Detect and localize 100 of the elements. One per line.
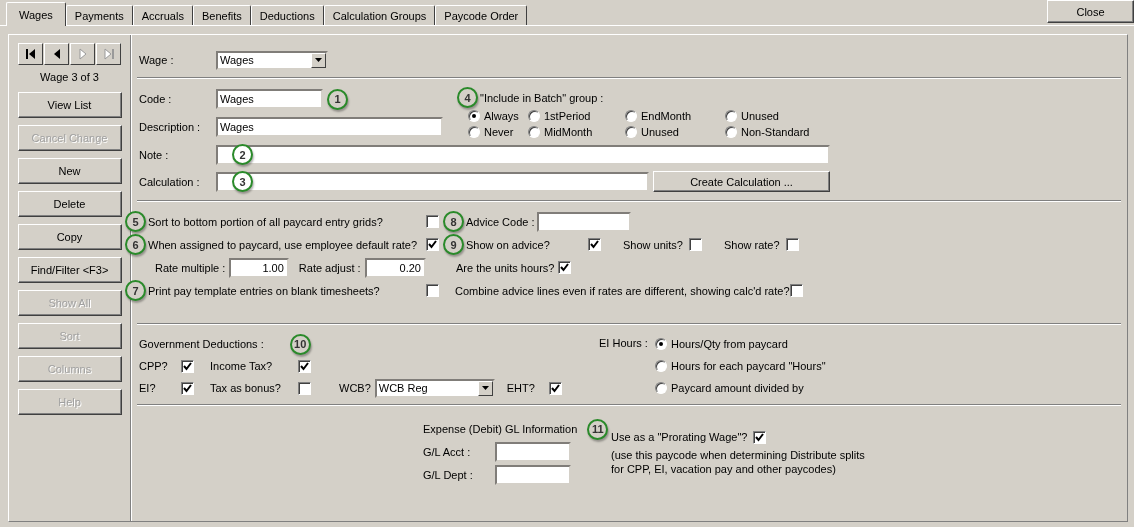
tab[interactable]: Calculation Groups: [323, 5, 436, 25]
section-label: Expense (Debit) GL Information: [423, 423, 578, 435]
checkbox[interactable]: [426, 215, 439, 228]
radio-button[interactable]: [655, 382, 667, 394]
note-field[interactable]: 2: [216, 144, 830, 165]
checkbox[interactable]: [558, 261, 572, 274]
radio-label: Hours/Qty from paycard: [671, 338, 788, 350]
tab[interactable]: Paycode Order: [435, 5, 528, 25]
tab[interactable]: Wages: [6, 2, 66, 26]
group-label: "Include in Batch" group :: [480, 91, 604, 104]
tab[interactable]: Benefits: [192, 5, 251, 25]
gl-account-field[interactable]: [495, 441, 571, 462]
radio-button[interactable]: [725, 126, 737, 138]
field-label: G/L Acct :: [423, 445, 472, 458]
option-label: Show units?: [623, 238, 683, 251]
checkbox[interactable]: [298, 359, 311, 373]
description-field[interactable]: Wages: [216, 117, 443, 137]
rate-multiple-field[interactable]: 1.00: [229, 257, 289, 278]
radio-label: EndMonth: [641, 110, 692, 122]
wcb-dropdown[interactable]: WCB Reg: [374, 378, 495, 398]
checkbox[interactable]: [588, 238, 601, 251]
field-label: Wage :: [139, 54, 175, 66]
previous-record-button[interactable]: [44, 43, 69, 65]
option-label: Tax as bonus?: [210, 382, 282, 394]
sidebar-button[interactable]: New: [17, 158, 122, 184]
calculation-field[interactable]: 3: [216, 171, 649, 192]
create-calculation-button[interactable]: Create Calculation ...: [653, 171, 830, 192]
radio-button[interactable]: [468, 110, 480, 122]
advice-code-field[interactable]: [537, 211, 632, 232]
radio-button[interactable]: [725, 110, 737, 122]
radio-button[interactable]: [655, 360, 667, 372]
field-label: Rate adjust :: [298, 261, 361, 274]
callout-marker: 3: [232, 171, 253, 192]
callout-marker: 2: [232, 144, 253, 165]
help-text: for CPP, EI, vacation pay and other paycodes): [611, 462, 837, 476]
field-label: Advice Code :: [466, 215, 535, 228]
caret-icon: [315, 58, 322, 62]
callout-marker: 6: [125, 234, 146, 255]
option-label: CPP?: [139, 360, 169, 372]
callout-marker: 9: [443, 234, 464, 255]
radio-label: MidMonth: [544, 126, 593, 138]
field-label: Rate multiple :: [155, 261, 226, 274]
checkbox[interactable]: [181, 359, 194, 373]
sidebar-button[interactable]: Delete: [17, 191, 122, 217]
wage-dropdown[interactable]: Wages: [216, 50, 328, 70]
radio-button[interactable]: [528, 110, 540, 122]
checkbox[interactable]: [181, 381, 194, 395]
field-label: Code :: [139, 93, 173, 105]
option-label: When assigned to paycard, use employee default rate?: [148, 238, 418, 251]
option-label: Show rate?: [723, 238, 780, 251]
caret-icon: [481, 386, 489, 390]
callout-marker: 4: [457, 87, 478, 108]
first-record-button[interactable]: [18, 43, 43, 65]
option-label: Are the units hours?: [456, 261, 555, 274]
tab[interactable]: Deductions: [250, 5, 324, 25]
gl-department-field[interactable]: [495, 464, 571, 485]
radio-button[interactable]: [625, 126, 637, 138]
right-triangle-icon: [76, 48, 89, 60]
radio-label: Never: [484, 126, 514, 138]
field-label: Calculation :: [139, 175, 201, 188]
sidebar-button[interactable]: Find/Filter <F3>: [17, 257, 122, 283]
radio-label: Non-Standard: [741, 126, 810, 138]
checkbox[interactable]: [688, 238, 702, 251]
record-counter: Wage 3 of 3: [40, 71, 99, 83]
field-label: G/L Dept :: [423, 468, 474, 481]
sidebar-button[interactable]: View List: [17, 92, 122, 118]
checkbox[interactable]: [753, 430, 767, 444]
radio-label: Unused: [641, 126, 679, 138]
callout-marker: 5: [125, 211, 146, 232]
close-button[interactable]: Close: [1047, 0, 1134, 23]
radio-label: Paycard amount divided by: [671, 382, 804, 394]
radio-label: 1stPeriod: [544, 110, 591, 122]
callout-marker: 11: [587, 418, 609, 440]
rate-adjust-field[interactable]: 0.20: [364, 257, 426, 278]
field-label: Note :: [139, 148, 170, 161]
checkbox[interactable]: [298, 381, 311, 395]
option-label: EI?: [139, 382, 157, 394]
field-label: WCB?: [339, 382, 371, 394]
checkbox[interactable]: [426, 284, 439, 297]
checkbox[interactable]: [548, 381, 562, 395]
sidebar-button[interactable]: Copy: [17, 224, 122, 250]
radio-button[interactable]: [468, 126, 480, 138]
radio-button[interactable]: [655, 338, 667, 350]
checkbox[interactable]: [785, 238, 799, 251]
field-label: EI Hours :: [599, 336, 649, 351]
tab[interactable]: Accruals: [132, 5, 193, 25]
radio-button[interactable]: [528, 126, 540, 138]
callout-marker: 10: [289, 333, 311, 355]
section-label: Government Deductions :: [139, 338, 264, 350]
checkbox[interactable]: [426, 238, 439, 251]
option-label: Print pay template entries on blank timesheets?: [148, 284, 380, 297]
radio-button[interactable]: [625, 110, 637, 122]
radio-label: Unused: [741, 110, 779, 122]
tab[interactable]: Payments: [65, 5, 133, 25]
code-field[interactable]: Wages: [216, 89, 323, 109]
option-label: Sort to bottom portion of all paycard entry grids?: [148, 215, 383, 228]
option-label: Show on advice?: [466, 238, 551, 251]
checkbox[interactable]: [789, 284, 803, 297]
callout-marker: 7: [125, 280, 146, 301]
option-label: Combine advice lines even if rates are different, showing calc'd rate?: [455, 284, 790, 297]
